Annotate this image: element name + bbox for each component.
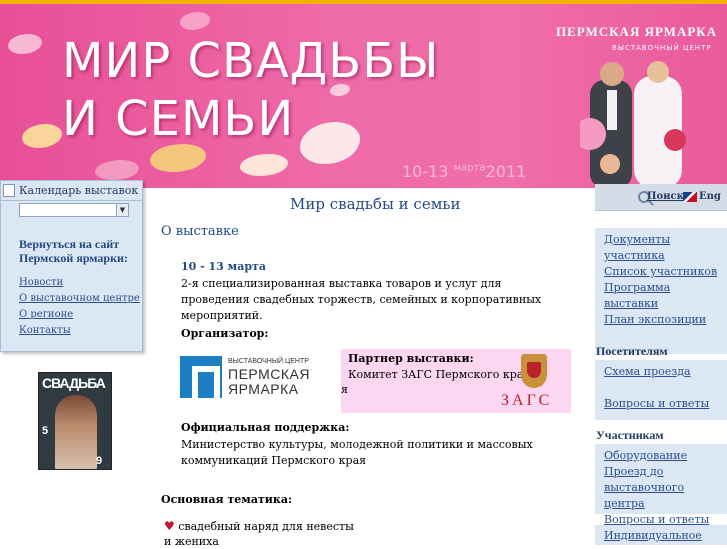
magazine-issue-number: 5 bbox=[42, 425, 49, 437]
left-nav-about-center[interactable]: О выставочном центре bbox=[19, 291, 140, 307]
left-nav-news[interactable]: Новости bbox=[19, 275, 140, 291]
link-visitor-faq[interactable]: Вопросы и ответы bbox=[604, 396, 727, 412]
organizer-label: Организатор: bbox=[181, 327, 269, 340]
support-text: Министерство культуры, молодежной полити… bbox=[181, 438, 533, 467]
link-directions[interactable]: Схема проезда bbox=[604, 364, 727, 380]
link-equipment[interactable]: Оборудование bbox=[604, 448, 727, 464]
left-nav: Новости О выставочном центре О регионе К… bbox=[19, 275, 140, 339]
heart-icon: ♥ bbox=[164, 519, 175, 533]
left-nav-region[interactable]: О регионе bbox=[19, 307, 140, 323]
fair-logo[interactable]: ПЕРМСКАЯ ЯРМАРКА bbox=[556, 24, 717, 40]
magazine-title: СВАДЬБА bbox=[42, 375, 106, 391]
page-title: Мир свадьбы и семьи bbox=[290, 195, 461, 213]
search-link[interactable]: Поиск bbox=[647, 191, 684, 202]
banner-title: МИР СВАДЬБЫ И СЕМЬИ bbox=[62, 32, 440, 148]
banner-dates-year: 2011 bbox=[485, 162, 527, 181]
back-to-site-link[interactable]: Вернуться на сайт Пермской ярмарки: bbox=[19, 237, 137, 265]
exhibition-description: 2-я специализированная выставка товаров … bbox=[181, 277, 542, 322]
partner-box: Партнер выставки: Комитет ЗАГС Пермского… bbox=[341, 349, 571, 413]
calendar-label: Календарь выставок bbox=[19, 184, 139, 197]
visitors-menu: Схема проезда Вопросы и ответы bbox=[595, 360, 727, 420]
banner-dates-days: 10-13 bbox=[402, 162, 449, 181]
organizer-logo-sub: ВЫСТАВОЧНЫЙ ЦЕНТР bbox=[228, 358, 309, 365]
organizer-logo[interactable]: ВЫСТАВОЧНЫЙ ЦЕНТР ПЕРМСКАЯ ЯРМАРКА bbox=[180, 356, 312, 404]
extra-menu: Индивидуальное bbox=[595, 525, 727, 545]
coat-of-arms-icon bbox=[521, 354, 547, 388]
organizer-logo-mark bbox=[180, 356, 222, 404]
banner-title-line1: МИР СВАДЬБЫ bbox=[62, 33, 440, 89]
participants-heading: Участникам bbox=[596, 428, 664, 442]
calendar-icon bbox=[3, 184, 15, 197]
magazine-cover[interactable]: СВАДЬБА 5 9 bbox=[38, 372, 112, 470]
petal-decoration bbox=[150, 144, 206, 172]
calendar-select[interactable]: ▼ bbox=[19, 203, 129, 217]
banner-dates: 10-13 марта2011 bbox=[402, 162, 526, 181]
link-participant-docs[interactable]: Документы участника bbox=[604, 232, 727, 264]
left-nav-contacts[interactable]: Контакты bbox=[19, 323, 140, 339]
petal-decoration bbox=[22, 124, 62, 148]
calendar-header: Календарь выставок bbox=[1, 181, 142, 201]
link-exhibition-program[interactable]: Программа выставки bbox=[604, 280, 727, 312]
petal-decoration bbox=[95, 160, 139, 180]
petal-decoration bbox=[180, 12, 210, 30]
link-travel-to-center[interactable]: Проезд до выставочного центра bbox=[604, 464, 727, 512]
partner-name-overflow: я bbox=[341, 383, 348, 396]
banner-dates-month: марта bbox=[453, 162, 486, 174]
support-label: Официальная поддержка: bbox=[181, 421, 350, 434]
fair-logo-sub: ВЫСТАВОЧНЫЙ ЦЕНТР bbox=[612, 44, 712, 52]
visitors-heading: Посетителям bbox=[596, 344, 668, 358]
theme-item-text: свадебный наряд для невесты и жениха bbox=[164, 520, 354, 548]
magazine-issue-number-2: 9 bbox=[96, 455, 103, 467]
link-participant-list[interactable]: Список участников bbox=[604, 264, 727, 280]
english-link[interactable]: Eng bbox=[699, 191, 721, 202]
section-heading: О выставке bbox=[161, 224, 239, 239]
left-panel: Календарь выставок ▼ Вернуться на сайт П… bbox=[0, 180, 143, 352]
exhibition-dates: 10 - 13 марта bbox=[181, 260, 266, 273]
uk-flag-icon[interactable] bbox=[683, 192, 697, 202]
banner-title-line2: И СЕМЬИ bbox=[62, 91, 295, 147]
header-banner: МИР СВАДЬБЫ И СЕМЬИ 10-13 марта2011 ПЕРМ… bbox=[0, 4, 727, 188]
participant-docs-menu: Документы участника Список участников Пр… bbox=[595, 228, 727, 354]
participants-menu: Оборудование Проезд до выставочного цент… bbox=[595, 444, 727, 526]
theme-label: Основная тематика: bbox=[161, 493, 293, 506]
petal-decoration bbox=[240, 154, 288, 176]
partner-label: Партнер выставки: bbox=[348, 352, 474, 365]
petal-decoration bbox=[8, 34, 42, 54]
chevron-down-icon[interactable]: ▼ bbox=[116, 204, 128, 216]
partner-name: Комитет ЗАГС Пермского кра bbox=[348, 368, 524, 381]
search-bar: Поиск Eng bbox=[595, 184, 727, 211]
zags-logo-text: ЗАГС bbox=[501, 392, 553, 409]
magazine-model-image bbox=[55, 395, 97, 469]
link-individual[interactable]: Индивидуальное bbox=[604, 528, 727, 544]
right-sidebar: Поиск Eng Документы участника Список уча… bbox=[595, 184, 727, 545]
couple-illustration bbox=[580, 61, 686, 188]
link-exposition-plan[interactable]: План экспозиции bbox=[604, 312, 727, 328]
organizer-logo-name: ПЕРМСКАЯ ЯРМАРКА bbox=[228, 366, 310, 397]
